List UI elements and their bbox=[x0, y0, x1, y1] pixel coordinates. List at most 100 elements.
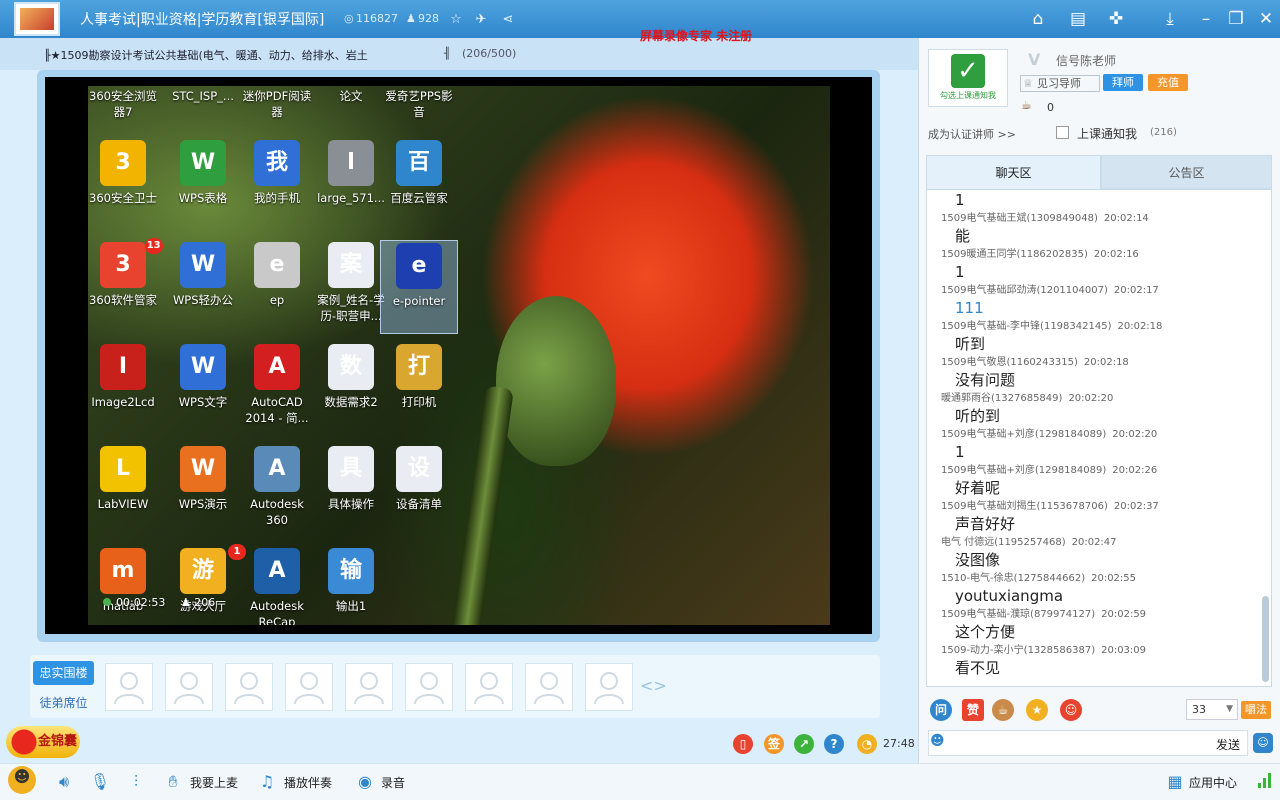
chat-sender[interactable]: 1509电气基础+刘彦(1298184089) bbox=[941, 429, 1106, 440]
desktop-icon[interactable]: A AutoCAD 2014 - 简... bbox=[238, 342, 316, 436]
desktop-icon[interactable]: 具具体操作 bbox=[312, 444, 390, 538]
desktop-icon[interactable]: W WPS轻办公 bbox=[164, 240, 242, 334]
chat-sender[interactable]: 1509暖通王同学(1186202835) bbox=[941, 249, 1088, 260]
broadcast-button[interactable]: 嚼法 bbox=[1241, 701, 1271, 719]
chat-sender[interactable]: 1509电气基础邱劲涛(1201104007) bbox=[941, 285, 1108, 296]
desktop-icon[interactable]: 案案例_姓名-学历-职营申... bbox=[312, 240, 390, 334]
desktop-icon[interactable]: 输输出1 bbox=[312, 546, 390, 625]
desktop-icon[interactable]: 设设备清单 bbox=[380, 444, 458, 538]
desktop-icon[interactable]: 打打印机 bbox=[380, 342, 458, 436]
chat-sender[interactable]: 暖通郭雨谷(1327685849) bbox=[941, 393, 1062, 404]
music-note-icon[interactable]: ♫ bbox=[256, 771, 278, 793]
desktop-icon[interactable]: W WPS演示 bbox=[164, 444, 242, 538]
seat-slot[interactable] bbox=[405, 663, 453, 711]
favorite-star-icon[interactable]: ☆ bbox=[446, 9, 466, 29]
chat-scrollbar[interactable] bbox=[1262, 596, 1269, 682]
help-icon[interactable]: ? bbox=[824, 734, 844, 754]
desktop-icon[interactable]: A Autodesk ReCap bbox=[238, 546, 316, 625]
desktop-icon[interactable]: 百百度云管家 bbox=[380, 138, 458, 232]
chat-message-text: 111 bbox=[955, 299, 984, 317]
desktop-icon[interactable]: A Autodesk 360 bbox=[238, 444, 316, 538]
chat-sender[interactable]: 1510-电气-徐忠(1275844662) bbox=[941, 573, 1085, 584]
chat-input[interactable] bbox=[928, 730, 1248, 756]
desktop-icon[interactable]: W WPS表格 bbox=[164, 138, 242, 232]
download-icon[interactable]: ⤓ bbox=[1156, 6, 1184, 32]
praise-icon[interactable]: 赞 bbox=[962, 699, 984, 721]
close-icon[interactable]: ✕ bbox=[1252, 6, 1280, 32]
chat-sender[interactable]: 1509电气基础-李中锋(1198342145) bbox=[941, 321, 1111, 332]
record-icon[interactable]: ◉ bbox=[354, 771, 376, 793]
chat-sender[interactable]: 1509-动力-栾小宁(1328586387) bbox=[941, 645, 1095, 656]
minimize-icon[interactable]: – bbox=[1192, 6, 1220, 32]
desktop-icon[interactable]: 游 1 游戏大厅 bbox=[164, 544, 246, 625]
apps-icon: 3 13 bbox=[100, 238, 163, 288]
desktop-icon[interactable]: 数数据需求2 bbox=[312, 342, 390, 436]
play-music-label[interactable]: 播放伴奏 bbox=[284, 774, 332, 791]
video-status: 00:02:53 ♟ 206 bbox=[103, 596, 215, 609]
tab-chat[interactable]: 聊天区 bbox=[926, 155, 1101, 189]
desktop-icon[interactable]: e ep bbox=[238, 240, 316, 334]
plane-icon[interactable]: ✈ bbox=[471, 9, 491, 29]
send-button[interactable]: 发送 bbox=[1216, 736, 1240, 753]
app-center-label[interactable]: 应用中心 bbox=[1189, 774, 1237, 791]
microphone-icon[interactable]: 🎙︎ bbox=[89, 771, 111, 793]
tab-loyal-seats[interactable]: 忠实围楼 bbox=[33, 661, 94, 685]
notify-checkbox[interactable] bbox=[1056, 126, 1069, 139]
speaker-icon[interactable]: 🔊︎ bbox=[53, 771, 75, 793]
desktop-icon[interactable]: 3 360安全卫士 bbox=[88, 138, 162, 232]
follow-teacher-button[interactable]: 拜师 bbox=[1103, 74, 1143, 91]
user-avatar-icon[interactable]: ☻ bbox=[8, 766, 36, 794]
seat-scroll-arrows[interactable]: <> bbox=[640, 676, 667, 695]
tab-apprentice-seats[interactable]: 徒弟席位 bbox=[33, 691, 94, 715]
list-icon[interactable]: ▤ bbox=[1064, 6, 1092, 32]
chat-sender[interactable]: 1509电气基础-濮琼(879974127) bbox=[941, 609, 1095, 620]
emoji-icon[interactable]: ☻ bbox=[930, 733, 950, 753]
recharge-button[interactable]: 充值 bbox=[1148, 74, 1188, 91]
seat-slot[interactable] bbox=[345, 663, 393, 711]
raise-hand-icon[interactable]: ✋︎ bbox=[162, 771, 184, 793]
chat-sender[interactable]: 1509电气敬恩(1160243315) bbox=[941, 357, 1078, 368]
seat-slot[interactable] bbox=[165, 663, 213, 711]
seat-slot[interactable] bbox=[585, 663, 633, 711]
desktop-icon[interactable]: 我我的手机 bbox=[238, 138, 316, 232]
teacher-avatar[interactable]: ✓ 勾选上课通知我 bbox=[928, 49, 1008, 107]
chat-sender[interactable]: 1509电气基础刘揭生(1153678706) bbox=[941, 501, 1108, 512]
mobile-icon[interactable]: ▯ bbox=[733, 734, 753, 754]
tab-notice[interactable]: 公告区 bbox=[1101, 155, 1272, 189]
mascot-gift-icon[interactable]: ☺ bbox=[1060, 699, 1082, 721]
seat-slot[interactable] bbox=[105, 663, 153, 711]
desktop-icon[interactable]: I Image2Lcd bbox=[88, 342, 162, 436]
seat-slot[interactable] bbox=[525, 663, 573, 711]
desktop-icon-label: 输出1 bbox=[335, 599, 367, 613]
mic-up-label[interactable]: 我要上麦 bbox=[190, 774, 238, 791]
home-icon[interactable]: ⌂ bbox=[1024, 6, 1052, 32]
app-center-icon[interactable]: ▦ bbox=[1164, 771, 1186, 793]
golden-tips-badge[interactable]: 金锦囊 bbox=[6, 726, 80, 758]
desktop-icon[interactable]: e e-pointer bbox=[380, 240, 458, 334]
chat-sender[interactable]: 电气 付德远(1195257468) bbox=[941, 537, 1066, 548]
font-size-select[interactable]: 33 ▼ bbox=[1186, 699, 1238, 720]
coffee-gift-icon[interactable]: ☕ bbox=[992, 699, 1014, 721]
mixer-icon[interactable]: ⫶ bbox=[125, 771, 147, 793]
send-options-icon[interactable]: ☺ bbox=[1253, 733, 1273, 753]
desktop-icon[interactable]: L LabVIEW bbox=[88, 444, 162, 538]
chat-sender[interactable]: 1509电气基础王斌(1309849048) bbox=[941, 213, 1098, 224]
chat-sender[interactable]: 1509电气基础+刘彦(1298184089) bbox=[941, 465, 1106, 476]
question-icon[interactable]: 问 bbox=[930, 699, 952, 721]
seat-slot[interactable] bbox=[465, 663, 513, 711]
desktop-icon[interactable]: 3 13 360软件管家 bbox=[88, 238, 163, 334]
seat-slot[interactable] bbox=[225, 663, 273, 711]
video-player[interactable]: 360安全浏览器7 STC_ISP_... 迷你PDF阅读器 论文 爱奇艺PPS影音 3 3… bbox=[45, 77, 872, 634]
share-icon[interactable]: ⋖ bbox=[498, 9, 518, 29]
restore-icon[interactable]: ❐ bbox=[1222, 6, 1250, 32]
become-lecturer-link[interactable]: 成为认证讲师 >> bbox=[928, 126, 1016, 142]
desktop-icon[interactable]: l large_571... bbox=[312, 138, 390, 232]
seat-slot[interactable] bbox=[285, 663, 333, 711]
gamepad-icon[interactable]: ✜ bbox=[1102, 6, 1130, 32]
record-label[interactable]: 录音 bbox=[381, 774, 405, 791]
desktop-icon[interactable]: m matlab bbox=[88, 546, 162, 625]
desktop-icon[interactable]: W WPS文字 bbox=[164, 342, 242, 436]
vip-gift-icon[interactable]: ★ bbox=[1026, 699, 1048, 721]
trend-icon[interactable]: ↗ bbox=[794, 734, 814, 754]
sign-in-icon[interactable]: 签 bbox=[764, 734, 784, 754]
